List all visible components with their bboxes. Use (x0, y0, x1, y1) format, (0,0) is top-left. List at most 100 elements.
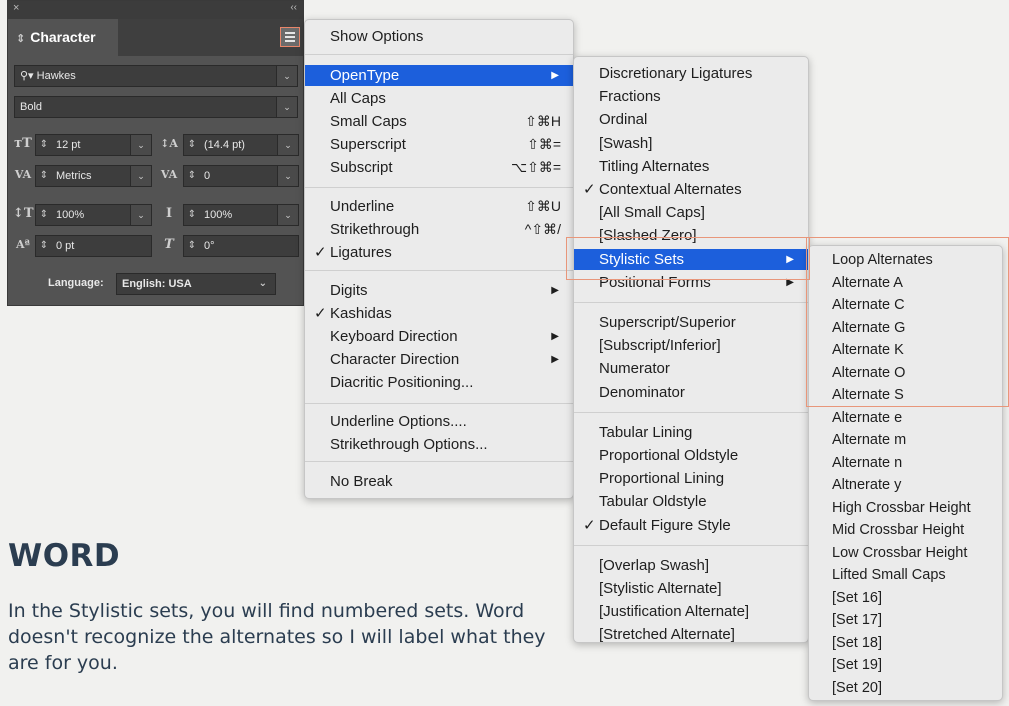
language-dropdown[interactable]: English: USA ⌄ (116, 273, 276, 295)
tracking-field[interactable]: ⇕ 0 ⌄ (183, 165, 299, 187)
stepper-icon[interactable]: ⇕ (184, 166, 200, 186)
menu-item-denominator[interactable]: Denominator (574, 382, 808, 403)
menu-item-proportional-oldstyle[interactable]: Proportional Oldstyle (574, 445, 808, 466)
close-icon[interactable]: × (13, 2, 19, 14)
font-size-value: 12 pt (56, 139, 81, 151)
checkmark-icon: ✓ (583, 516, 596, 534)
menu-item-mid-crossbar-height[interactable]: Mid Crossbar Height (809, 520, 1002, 541)
menu-item-proportional-lining[interactable]: Proportional Lining (574, 468, 808, 489)
menu-item-label: Underline Options.... (330, 413, 467, 430)
menu-item-small-caps[interactable]: Small Caps ⇧⌘H (305, 111, 573, 132)
menu-item-set-16[interactable]: [Set 16] (809, 588, 1002, 609)
menu-item-label: Small Caps (330, 113, 407, 130)
menu-item-label: Character Direction (330, 351, 460, 368)
menu-item-superscript[interactable]: Superscript ⇧⌘= (305, 134, 573, 155)
menu-item-alternate-e[interactable]: Alternate e (809, 408, 1002, 429)
menu-item-ordinal[interactable]: Ordinal (574, 109, 808, 130)
stepper-icon[interactable]: ⇕ (36, 205, 52, 225)
menu-item-show-options[interactable]: Show Options (305, 26, 573, 47)
chevron-down-icon[interactable]: ⌄ (276, 66, 297, 86)
menu-item-alternate-m[interactable]: Alternate m (809, 430, 1002, 451)
menu-separator (305, 403, 573, 404)
chevron-down-icon: ⌄ (258, 278, 267, 289)
vertical-scale-value: 100% (56, 209, 85, 221)
menu-item-high-crossbar-height[interactable]: High Crossbar Height (809, 498, 1002, 519)
menu-item-strikethrough[interactable]: Strikethrough ^⇧⌘/ (305, 219, 573, 240)
menu-item-label: [Justification Alternate] (599, 603, 750, 621)
menu-item-contextual-alternates[interactable]: ✓ Contextual Alternates (574, 179, 808, 200)
menu-item-keyboard-direction[interactable]: Keyboard Direction ▶ (305, 326, 573, 347)
font-family-field[interactable]: ⚲▾ Hawkes ⌄ (14, 65, 298, 87)
menu-item-digits[interactable]: Digits ▶ (305, 280, 573, 301)
vertical-scale-field[interactable]: ⇕ 100% ⌄ (35, 204, 152, 226)
menu-item-stylistic-alternate[interactable]: [Stylistic Alternate] (574, 578, 808, 599)
font-size-icon: ᴛT (14, 136, 32, 151)
menu-item-strikethrough-options[interactable]: Strikethrough Options... (305, 434, 573, 455)
chevron-down-icon[interactable]: ⌄ (130, 135, 151, 155)
menu-item-set-17[interactable]: [Set 17] (809, 610, 1002, 631)
menu-item-superscript-superior[interactable]: Superscript/Superior (574, 312, 808, 333)
skew-field[interactable]: ⇕ 0° (183, 235, 299, 257)
menu-item-set-19[interactable]: [Set 19] (809, 655, 1002, 676)
menu-item-alternate-n[interactable]: Alternate n (809, 453, 1002, 474)
menu-item-all-small-caps[interactable]: [All Small Caps] (574, 202, 808, 223)
chevron-down-icon[interactable]: ⌄ (277, 135, 298, 155)
menu-item-underline[interactable]: Underline ⇧⌘U (305, 196, 573, 217)
menu-item-label: Ordinal (599, 111, 648, 129)
menu-item-overlap-swash[interactable]: [Overlap Swash] (574, 555, 808, 576)
menu-item-set-18[interactable]: [Set 18] (809, 633, 1002, 654)
menu-item-label: [All Small Caps] (599, 204, 705, 222)
menu-item-altnerate-y[interactable]: Altnerate y (809, 475, 1002, 496)
stepper-icon[interactable]: ⇕ (36, 236, 52, 256)
font-size-field[interactable]: ⇕ 12 pt ⌄ (35, 134, 152, 156)
stepper-icon[interactable]: ⇕ (184, 205, 200, 225)
hamburger-icon-line (285, 40, 295, 42)
tab-character[interactable]: ⇕ Character (8, 19, 118, 56)
menu-item-all-caps[interactable]: All Caps (305, 88, 573, 109)
chevron-down-icon[interactable]: ⌄ (277, 205, 298, 225)
stepper-icon[interactable]: ⇕ (184, 135, 200, 155)
chevron-down-icon[interactable]: ⌄ (276, 97, 297, 117)
menu-item-no-break[interactable]: No Break (305, 471, 573, 492)
kerning-field[interactable]: ⇕ Metrics ⌄ (35, 165, 152, 187)
chevron-down-icon[interactable]: ⌄ (130, 205, 151, 225)
menu-item-label: Tabular Lining (599, 423, 693, 441)
menu-item-low-crossbar-height[interactable]: Low Crossbar Height (809, 543, 1002, 564)
menu-separator (305, 270, 573, 271)
stepper-icon[interactable]: ⇕ (36, 166, 52, 186)
menu-item-opentype[interactable]: OpenType ▶ (305, 65, 573, 86)
font-family-value: Hawkes (36, 70, 76, 82)
menu-item-titling-alternates[interactable]: Titling Alternates (574, 156, 808, 177)
menu-item-kashidas[interactable]: ✓ Kashidas (305, 303, 573, 324)
menu-item-subscript[interactable]: Subscript ⌥⇧⌘= (305, 157, 573, 178)
menu-item-subscript-inferior[interactable]: [Subscript/Inferior] (574, 335, 808, 356)
horizontal-scale-field[interactable]: ⇕ 100% ⌄ (183, 204, 299, 226)
menu-item-justification-alternate[interactable]: [Justification Alternate] (574, 601, 808, 622)
baseline-shift-field[interactable]: ⇕ 0 pt (35, 235, 152, 257)
menu-item-ligatures[interactable]: ✓ Ligatures (305, 242, 573, 263)
menu-item-tabular-oldstyle[interactable]: Tabular Oldstyle (574, 491, 808, 512)
leading-field[interactable]: ⇕ (14.4 pt) ⌄ (183, 134, 299, 156)
menu-item-default-figure-style[interactable]: ✓ Default Figure Style (574, 515, 808, 536)
stepper-icon[interactable]: ⇕ (36, 135, 52, 155)
menu-separator (305, 187, 573, 188)
menu-item-stretched-alternate[interactable]: [Stretched Alternate] (574, 624, 808, 645)
panel-menu-button[interactable] (280, 27, 300, 47)
collapse-icon[interactable]: ‹‹ (290, 2, 297, 13)
menu-item-character-direction[interactable]: Character Direction ▶ (305, 349, 573, 370)
stepper-icon[interactable]: ⇕ (184, 236, 200, 256)
menu-item-underline-options[interactable]: Underline Options.... (305, 411, 573, 432)
chevron-down-icon[interactable]: ⌄ (130, 166, 151, 186)
chevron-down-icon[interactable]: ⌄ (277, 166, 298, 186)
menu-item-swash[interactable]: [Swash] (574, 133, 808, 154)
menu-item-label: High Crossbar Height (832, 499, 971, 516)
language-label: Language: (48, 277, 104, 289)
menu-item-diacritic-positioning[interactable]: Diacritic Positioning... (305, 372, 573, 393)
menu-item-tabular-lining[interactable]: Tabular Lining (574, 422, 808, 443)
font-style-field[interactable]: Bold ⌄ (14, 96, 298, 118)
menu-item-set-20[interactable]: [Set 20] (809, 678, 1002, 699)
menu-item-discretionary-ligatures[interactable]: Discretionary Ligatures (574, 63, 808, 84)
menu-item-fractions[interactable]: Fractions (574, 86, 808, 107)
menu-item-numerator[interactable]: Numerator (574, 358, 808, 379)
menu-item-lifted-small-caps[interactable]: Lifted Small Caps (809, 565, 1002, 586)
